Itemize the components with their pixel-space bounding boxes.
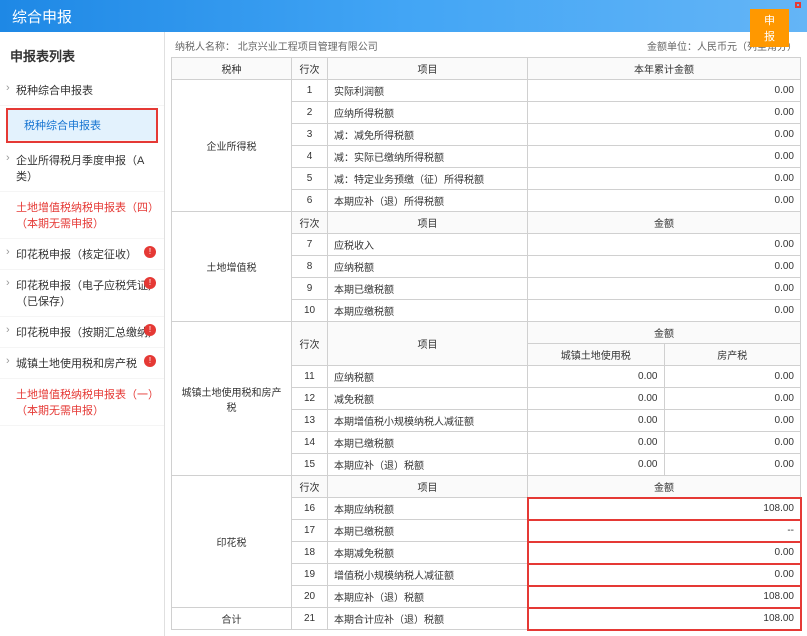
sidebar: 申报表列表 税种综合申报表 税种综合申报表 企业所得税月季度申报（A类） 土地增… <box>0 32 165 636</box>
highlighted-value: 108.00 <box>528 608 801 630</box>
page-title: 综合申报 <box>12 6 72 27</box>
table-header-row: 印花税行次项目金额 <box>172 476 801 498</box>
report-table: 税种 行次 项目 本年累计金额 企业所得税1实际利润额0.00 2应纳所得税额0… <box>171 57 801 630</box>
col-taxtype: 税种 <box>172 58 292 80</box>
alert-icon: ! <box>144 277 156 289</box>
tax-name: 企业所得税 <box>172 80 292 212</box>
submit-button[interactable]: 申报 <box>750 9 789 47</box>
highlighted-value: 108.00 <box>528 586 801 608</box>
highlighted-value: -- <box>528 520 801 542</box>
highlighted-value: 108.00 <box>528 498 801 520</box>
table-header-row: 土地增值税行次项目金额 <box>172 212 801 234</box>
highlighted-value: 0.00 <box>528 564 801 586</box>
alert-icon: ! <box>144 355 156 367</box>
tax-name: 城镇土地使用税和房产税 <box>172 322 292 476</box>
highlighted-value: 0.00 <box>528 542 801 564</box>
sidebar-item[interactable]: 土地增值税纳税申报表（一）（本期无需申报） <box>0 379 164 426</box>
sidebar-item[interactable]: 企业所得税月季度申报（A类） <box>0 145 164 192</box>
sidebar-item[interactable]: 印花税申报（电子应税凭证）（已保存）! <box>0 270 164 317</box>
sidebar-item[interactable]: 土地增值税纳税申报表（四）（本期无需申报） <box>0 192 164 239</box>
sidebar-selected-highlight: 税种综合申报表 <box>6 108 158 143</box>
sidebar-group[interactable]: 税种综合申报表 <box>0 75 164 106</box>
main-content: 纳税人名称： 北京兴业工程项目管理有限公司 金额单位：人民币元（列至角分） 税种… <box>165 32 807 636</box>
table-header-row: 税种 行次 项目 本年累计金额 <box>172 58 801 80</box>
app-header: 综合申报 申报 <box>0 0 807 32</box>
alert-icon: ! <box>144 246 156 258</box>
table-row: 企业所得税1实际利润额0.00 <box>172 80 801 102</box>
sidebar-title: 申报表列表 <box>0 40 164 75</box>
sidebar-item-main[interactable]: 税种综合申报表 <box>8 110 156 141</box>
org-name: 纳税人名称： 北京兴业工程项目管理有限公司 <box>175 38 378 53</box>
tax-name: 土地增值税 <box>172 212 292 322</box>
tax-name: 合计 <box>172 608 292 630</box>
sidebar-item[interactable]: 城镇土地使用税和房产税! <box>0 348 164 379</box>
col-item: 项目 <box>328 58 528 80</box>
table-row: 合计21本期合计应补（退）税额108.00 <box>172 608 801 630</box>
submit-highlight: 申报 <box>795 2 801 8</box>
table-header-row: 城镇土地使用税和房产税行次项目金额 <box>172 322 801 344</box>
col-rownum: 行次 <box>292 58 328 80</box>
sidebar-item[interactable]: 印花税申报（按期汇总缴纳）! <box>0 317 164 348</box>
tax-name: 印花税 <box>172 476 292 608</box>
info-bar: 纳税人名称： 北京兴业工程项目管理有限公司 金额单位：人民币元（列至角分） <box>171 36 801 57</box>
sidebar-item[interactable]: 印花税申报（核定征收）! <box>0 239 164 270</box>
alert-icon: ! <box>144 324 156 336</box>
col-yearamt: 本年累计金额 <box>528 58 801 80</box>
